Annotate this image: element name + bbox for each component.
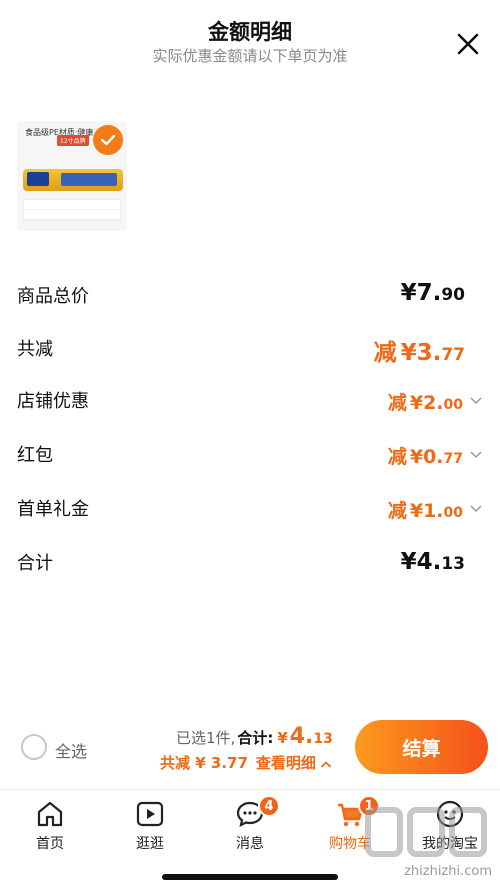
row-value: 减 ¥ 1. 00 [387,500,463,522]
row-label: 共减 [17,339,53,360]
row-goods-total: 商品总价 ¥ 7. 90 [17,280,483,314]
play-icon [135,799,165,829]
row-label: 红包 [17,445,53,466]
total-dec: 13 [313,731,333,747]
row-value: 减 ¥ 0. 77 [387,446,463,468]
row-first-order-gift[interactable]: 首单礼金 减 ¥ 1. 00 [17,495,483,529]
row-value: 减 ¥ 3. 77 [373,340,465,366]
modal-header: 金额明细 实际优惠金额请以下单页为准 [0,0,500,110]
page-title: 金额明细 [208,20,292,44]
total-label: 合计: [237,729,274,747]
product-roll-image [23,169,123,191]
page-subtitle: 实际优惠金额请以下单页为准 [152,47,348,65]
chevron-down-icon[interactable] [469,392,483,406]
home-icon [35,799,65,829]
row-label: 商品总价 [17,286,89,307]
tab-home[interactable]: 首页 [0,790,100,860]
select-all-radio[interactable] [21,734,47,760]
row-label: 店铺优惠 [17,391,89,412]
product-logo [27,172,49,186]
watermark-logo [360,800,490,864]
home-indicator [162,874,338,880]
tab-messages[interactable]: 4 消息 [200,790,300,860]
row-value: 减 ¥ 2. 00 [387,392,463,414]
chevron-down-icon[interactable] [469,500,483,514]
saved-amount: 共减 ¥ 3.77 [160,754,248,772]
row-total-discount: 共减 减 ¥ 3. 77 [17,333,483,367]
tab-label: 逛逛 [136,836,164,852]
tab-browse[interactable]: 逛逛 [100,790,200,860]
row-value: ¥ 7. 90 [400,280,465,306]
row-red-packet[interactable]: 红包 减 ¥ 0. 77 [17,441,483,475]
selected-check-icon[interactable] [93,125,123,155]
select-all-label[interactable]: 全选 [55,738,87,762]
view-detail-link[interactable]: 查看明细 [256,752,316,773]
saved-amount-line[interactable]: 共减 ¥ 3.77 查看明细 [160,752,332,773]
row-sum-total: 合计 ¥ 4. 13 [17,549,483,583]
tab-label: 消息 [236,836,264,852]
chevron-up-icon[interactable] [320,757,332,769]
product-spec-table [23,199,121,221]
watermark-text: zhizhizhi.com [404,864,492,879]
product-label [61,173,117,186]
row-label: 首单礼金 [17,499,89,520]
chevron-down-icon[interactable] [469,446,483,460]
total-currency: ¥ [277,729,288,747]
row-value: ¥ 4. 13 [400,549,465,575]
checkout-summary: 已选1件, 合计: ¥ 4. 13 [176,724,333,749]
product-thumb-badge: 12寸品牌 [57,135,89,146]
total-int: 4. [289,724,314,749]
selected-count: 已选1件, [176,729,236,747]
checkout-button[interactable]: 结算 [355,720,488,774]
close-icon[interactable] [454,30,482,58]
message-badge: 4 [258,795,280,817]
row-label: 合计 [17,553,53,574]
tab-label: 首页 [36,836,64,852]
row-store-discount[interactable]: 店铺优惠 减 ¥ 2. 00 [17,387,483,421]
